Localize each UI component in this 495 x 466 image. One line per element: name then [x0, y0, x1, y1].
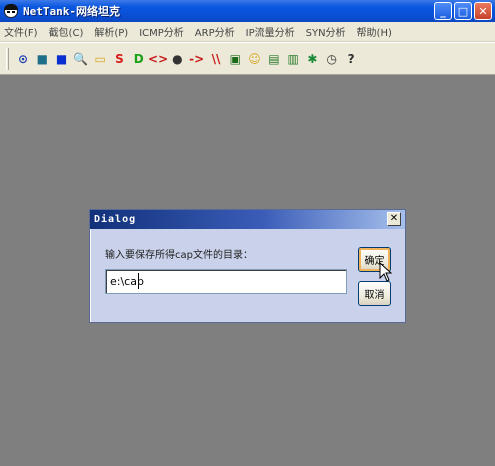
notepad-icon[interactable]: ▤	[265, 50, 283, 68]
close-button[interactable]: ✕	[474, 2, 492, 20]
maximize-button[interactable]: □	[454, 2, 472, 20]
edit-icon[interactable]: ▥	[284, 50, 302, 68]
bomb-icon[interactable]: ●	[168, 50, 186, 68]
menu-help[interactable]: 帮助(H)	[357, 24, 392, 39]
toolbar: ⊙ ■ ■ 🔍 ▭ S D <> ● -> \\ ▣ ☺ ▤ ▥ ✱ ◷?	[0, 42, 495, 75]
d-letter-icon[interactable]: D	[130, 50, 148, 68]
dialog-prompt: 输入要保存所得cap文件的目录：	[105, 250, 253, 261]
double-slash-icon[interactable]: \\	[207, 50, 225, 68]
dialog-title: Dialog	[94, 214, 137, 225]
book-icon[interactable]: ▣	[226, 50, 244, 68]
directory-input[interactable]	[105, 269, 347, 294]
cancel-button[interactable]: 取消	[358, 281, 391, 306]
title-bar[interactable]: NetTank-网络坦克 _ □ ✕	[0, 0, 495, 22]
menu-bar: 文件(F) 截包(C) 解析(P) ICMP分析 ARP分析 IP流量分析 SY…	[0, 22, 495, 42]
smiley-icon[interactable]: ☺	[246, 50, 264, 68]
menu-capture[interactable]: 截包(C)	[49, 24, 84, 39]
clock-icon[interactable]: ◷	[323, 50, 341, 68]
app-logo-icon	[3, 3, 19, 19]
arrow-right-icon[interactable]: ->	[188, 50, 206, 68]
search-icon[interactable]: 🔍	[72, 50, 90, 68]
toolbar-grip[interactable]	[6, 47, 9, 70]
dialog-title-bar[interactable]: Dialog ✕	[90, 210, 405, 229]
menu-icmp[interactable]: ICMP分析	[139, 24, 184, 39]
pause-icon[interactable]: ■	[53, 50, 71, 68]
menu-file[interactable]: 文件(F)	[4, 24, 38, 39]
menu-arp[interactable]: ARP分析	[195, 24, 235, 39]
mouse-pointer-icon	[379, 262, 393, 282]
menu-syn[interactable]: SYN分析	[306, 24, 346, 39]
help-icon[interactable]: ?	[342, 50, 360, 68]
menu-ip-traffic[interactable]: IP流量分析	[246, 24, 295, 39]
text-caret	[138, 273, 139, 289]
window-title: NetTank-网络坦克	[23, 5, 120, 18]
start-capture-icon[interactable]: ⊙	[14, 50, 32, 68]
s-letter-icon[interactable]: S	[110, 50, 128, 68]
minimize-button[interactable]: _	[434, 2, 452, 20]
save-dialog: Dialog ✕ 输入要保存所得cap文件的目录： 确定 取消	[89, 209, 406, 323]
code-brackets-icon[interactable]: <>	[148, 50, 168, 68]
menu-parse[interactable]: 解析(P)	[94, 24, 128, 39]
stop-icon[interactable]: ■	[33, 50, 51, 68]
dialog-close-button[interactable]: ✕	[387, 212, 401, 226]
open-folder-icon[interactable]: ▭	[91, 50, 109, 68]
network-icon[interactable]: ✱	[303, 50, 321, 68]
